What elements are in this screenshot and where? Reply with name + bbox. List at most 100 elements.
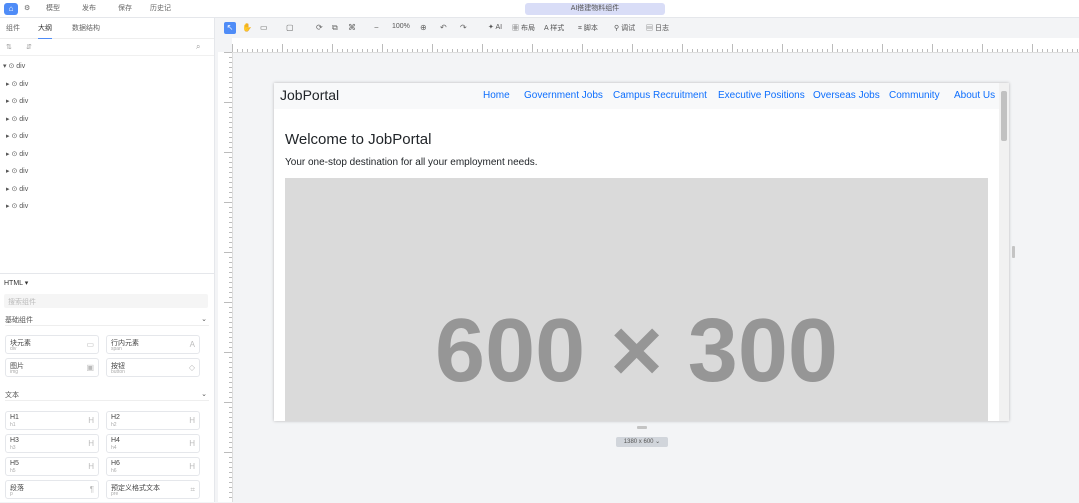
button-icon: ◇ — [188, 363, 195, 372]
nav-about-us[interactable]: About Us — [954, 90, 995, 101]
component-title: H3 — [10, 437, 19, 444]
tab-data-structure[interactable]: 数据结构 — [72, 23, 100, 33]
component-h1[interactable]: H1 h1 H — [5, 411, 99, 430]
component-search-input[interactable]: 搜索组件 — [4, 294, 208, 308]
style-button[interactable]: A 样式 — [544, 23, 564, 33]
component-h2[interactable]: H2 h2 H — [106, 411, 200, 430]
tree-root[interactable]: ▾ ⊙ div — [3, 61, 25, 73]
zoom-out-icon[interactable]: − — [374, 23, 379, 32]
component-pre[interactable]: 预定义格式文本 pre ⌗ — [106, 480, 200, 499]
tree-item-label: div — [19, 81, 29, 88]
tab-outline[interactable]: 大纲 — [38, 23, 52, 39]
select-tool-icon[interactable]: ↖ — [224, 22, 236, 34]
refresh-icon[interactable]: ⟳ — [316, 23, 323, 32]
component-tag: div — [10, 346, 17, 352]
code-icon[interactable]: ⌘ — [348, 23, 356, 32]
component-tag: h4 — [111, 445, 117, 451]
settings-icon[interactable]: ⚙ — [24, 3, 30, 15]
image-icon: ▣ — [86, 363, 94, 372]
ai-tool-button[interactable]: ✦ AI — [488, 23, 502, 31]
component-span[interactable]: 行内元素 span A — [106, 335, 200, 354]
zoom-in-icon[interactable]: ⊕ — [420, 23, 427, 32]
save-button[interactable]: 保存 — [118, 3, 132, 15]
html-component-panel: HTML ▾ 搜索组件 基础组件 ⌄ 块元素 div ▭ 行内元素 span A 图片 im… — [0, 273, 214, 503]
component-tag: p — [10, 491, 13, 497]
canvas-size-selector[interactable]: 1380 x 600 ⌄ — [616, 437, 668, 447]
section-text[interactable]: 文本 ⌄ — [5, 390, 209, 401]
tree-item[interactable]: ▸ ⊙ div — [6, 184, 28, 196]
tree-item[interactable]: ▸ ⊙ div — [6, 96, 28, 108]
tree-item[interactable]: ▸ ⊙ div — [6, 131, 28, 143]
canvas-size-text: 1380 x 600 — [623, 439, 654, 445]
debug-button[interactable]: ⚲ 调试 — [614, 23, 635, 33]
component-tag: span — [111, 346, 122, 352]
tree-item[interactable]: ▸ ⊙ div — [6, 79, 28, 91]
preview-scrollbar[interactable] — [999, 83, 1009, 421]
nav-campus-recruitment[interactable]: Campus Recruitment — [613, 90, 707, 101]
component-tag: h1 — [10, 422, 16, 428]
log-label: 日志 — [654, 25, 669, 32]
expand-icon[interactable]: ⇅ — [6, 43, 12, 51]
publish-button[interactable]: 发布 — [82, 3, 96, 15]
search-icon[interactable]: ⌕ — [196, 42, 200, 52]
component-h4[interactable]: H4 h4 H — [106, 434, 200, 453]
history-button[interactable]: 历史记 — [150, 3, 171, 15]
chevron-down-icon: ⌄ — [201, 316, 207, 323]
frame-tool-icon[interactable]: ▭ — [260, 23, 268, 32]
preview-frame[interactable]: JobPortal Home Government Jobs Campus Re… — [274, 83, 1009, 421]
component-h3[interactable]: H3 h3 H — [5, 434, 99, 453]
welcome-subheading: Your one-stop destination for all your e… — [285, 157, 538, 168]
script-button[interactable]: ⌗ 脚本 — [578, 23, 598, 33]
site-brand[interactable]: JobPortal — [280, 87, 339, 103]
home-icon[interactable]: ⌂ — [4, 3, 18, 15]
resize-handle-bottom[interactable] — [637, 426, 647, 429]
copy-icon[interactable]: ⧉ — [332, 23, 338, 33]
html-panel-title-text: HTML — [4, 280, 23, 287]
tab-components[interactable]: 组件 — [6, 23, 20, 33]
tree-root-label: div — [16, 63, 26, 70]
nav-home[interactable]: Home — [483, 90, 510, 101]
tree-item[interactable]: ▸ ⊙ div — [6, 114, 28, 126]
tree-item[interactable]: ▸ ⊙ div — [6, 149, 28, 161]
collapse-icon[interactable]: ⇵ — [26, 43, 32, 51]
zoom-level[interactable]: 100% — [392, 23, 410, 30]
welcome-heading: Welcome to JobPortal — [285, 131, 432, 148]
model-button[interactable]: 模型 — [46, 3, 60, 15]
tree-item-label: div — [19, 168, 29, 175]
log-button[interactable]: ▤ 日志 — [646, 23, 669, 33]
component-h5[interactable]: H5 h5 H — [5, 457, 99, 476]
component-title: H4 — [111, 437, 120, 444]
undo-icon[interactable]: ↶ — [440, 23, 447, 32]
component-div[interactable]: 块元素 div ▭ — [5, 335, 99, 354]
component-h6[interactable]: H6 h6 H — [106, 457, 200, 476]
nav-community[interactable]: Community — [889, 90, 940, 101]
component-tag: img — [10, 369, 19, 375]
component-button[interactable]: 按钮 button ◇ — [106, 358, 200, 377]
component-p[interactable]: 段落 p ¶ — [5, 480, 99, 499]
box-icon: ▭ — [86, 340, 94, 349]
tree-item[interactable]: ▸ ⊙ div — [6, 166, 28, 178]
tree-item[interactable]: ▸ ⊙ div — [6, 201, 28, 213]
nav-executive-positions[interactable]: Executive Positions — [718, 90, 805, 101]
tree-item-label: div — [19, 133, 29, 140]
tree-item-label: div — [19, 98, 29, 105]
section-basic[interactable]: 基础组件 ⌄ — [5, 315, 209, 326]
component-title: H1 — [10, 414, 19, 421]
nav-government-jobs[interactable]: Government Jobs — [524, 90, 603, 101]
scrollbar-thumb[interactable] — [1001, 91, 1007, 141]
component-tag: pre — [111, 491, 119, 497]
component-img[interactable]: 图片 img ▣ — [5, 358, 99, 377]
ai-build-button[interactable]: AI搭建物料组件 — [525, 3, 665, 15]
device-icon[interactable]: ▢ — [286, 23, 294, 32]
style-label: 样式 — [550, 25, 565, 32]
html-panel-title[interactable]: HTML ▾ — [4, 279, 28, 287]
nav-overseas-jobs[interactable]: Overseas Jobs — [813, 90, 880, 101]
script-label: 脚本 — [583, 25, 598, 32]
redo-icon[interactable]: ↷ — [460, 23, 467, 32]
section-basic-label: 基础组件 — [5, 317, 33, 324]
layout-button[interactable]: ▦ 布局 — [512, 23, 535, 33]
heading-icon: H — [189, 416, 195, 425]
chevron-down-icon: ⌄ — [201, 391, 207, 398]
hand-tool-icon[interactable]: ✋ — [242, 23, 252, 32]
resize-handle-right[interactable] — [1012, 246, 1015, 258]
